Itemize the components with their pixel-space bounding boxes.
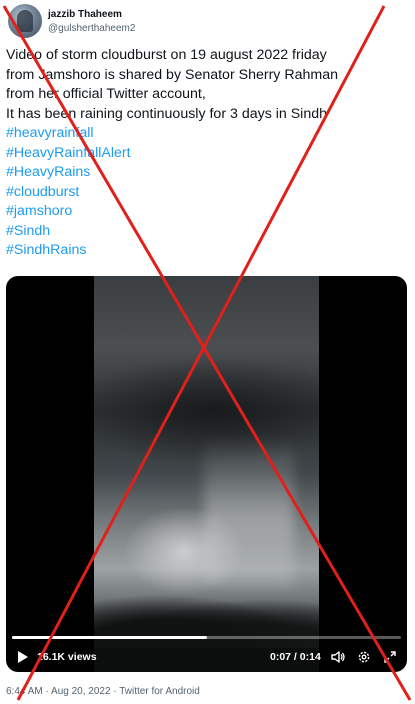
tree-silhouettes [94,594,319,654]
rain-shaft [204,436,294,586]
tweet-line: from Jamshoro is shared by Senator Sherr… [6,66,338,83]
author-handle[interactable]: @gulsherthaheem2 [48,23,135,34]
fullscreen-icon[interactable] [382,649,398,665]
video-time: 0:07 / 0:14 [270,651,321,663]
hashtag-link[interactable]: #jamshoro [6,202,406,222]
play-icon[interactable] [18,651,28,663]
video-player[interactable]: 16.1K views 0:07 / 0:14 [6,276,407,672]
view-count: 16.1K views [37,651,97,663]
hashtag-link[interactable]: #cloudburst [6,183,406,203]
tweet-text: Video of storm cloudburst on 19 august 2… [6,46,406,261]
hashtag-link[interactable]: #SindhRains [6,241,406,261]
tweet-line: from her official Twitter account, [6,86,206,102]
video-progress-fill [12,636,207,639]
volume-icon[interactable] [330,649,346,665]
hashtag-link[interactable]: #HeavyRainfallAlert [6,144,406,164]
tweet-line: It has been raining continuously for 3 d… [6,105,327,122]
tweet-header: jazzib Thaheem @gulsherthaheem2 [8,4,408,40]
video-frame-storm-clouds[interactable] [94,276,319,672]
profile-avatar[interactable] [8,4,42,38]
hashtag-link[interactable]: #HeavyRains [6,163,406,183]
avatar-silhouette [17,10,33,32]
video-progress-bar[interactable] [12,636,401,639]
author-name[interactable]: jazzib Thaheem [48,9,122,20]
hashtag-link[interactable]: #heavyrainfall [6,124,406,144]
settings-gear-icon[interactable] [356,649,372,665]
hashtag-link[interactable]: #Sindh [6,222,406,242]
tweet-line: Video of storm cloudburst on 19 august 2… [6,47,327,63]
video-controls: 16.1K views 0:07 / 0:14 [6,648,407,668]
tweet-metadata[interactable]: 6:44 AM · Aug 20, 2022 · Twitter for And… [6,686,200,697]
